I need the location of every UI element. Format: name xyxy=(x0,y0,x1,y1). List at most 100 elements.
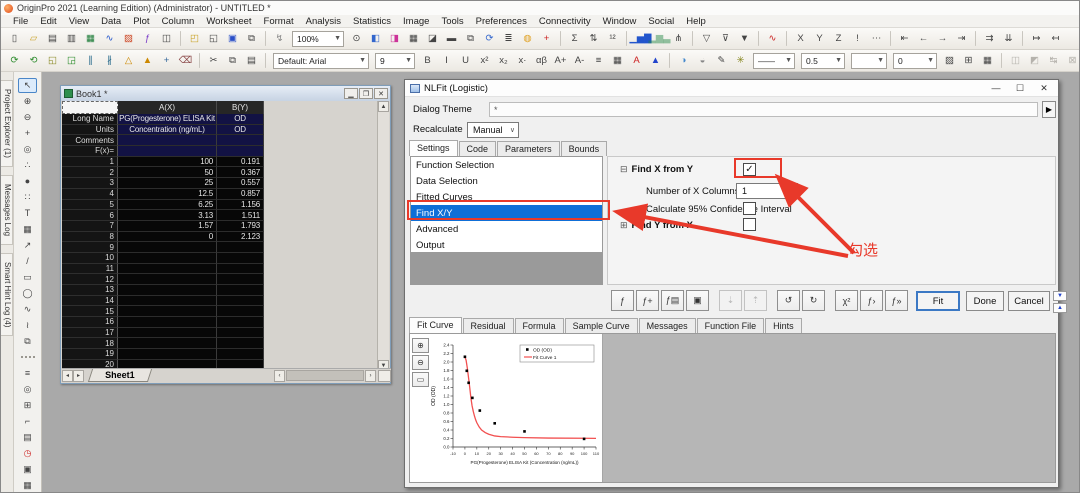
cell-a[interactable]: 100 xyxy=(118,157,217,168)
cell-a[interactable] xyxy=(118,285,217,296)
copy-icon[interactable]: ⧉ xyxy=(224,52,241,69)
book1-title-bar[interactable]: Book1 * ▁ ❐ ✕ xyxy=(61,86,390,101)
tree-view-icon[interactable]: ≣ xyxy=(500,30,517,47)
reorder-down-icon[interactable]: ⇊ xyxy=(1000,30,1017,47)
cell-a[interactable] xyxy=(118,253,217,264)
zoom-out-tool-icon[interactable]: ⊖ xyxy=(18,110,37,125)
settings-list-item[interactable]: Find X/Y xyxy=(411,205,602,221)
prev-sheet-icon[interactable]: ◂ xyxy=(62,370,73,382)
pivot-table-icon[interactable]: ◲ xyxy=(63,52,80,69)
cell-a[interactable]: 3.13 xyxy=(118,210,217,221)
wrap-text-icon[interactable]: ↹ xyxy=(1045,52,1062,69)
save-template-icon[interactable]: ⧉ xyxy=(243,30,260,47)
cell-b[interactable] xyxy=(217,338,264,349)
horizontal-scrollbar[interactable]: ‹ › xyxy=(274,370,376,382)
bold-icon[interactable]: B xyxy=(419,52,436,69)
dialog-tab[interactable]: Parameters xyxy=(497,141,560,156)
insert-graph-tool-icon[interactable]: ⧉ xyxy=(18,334,37,349)
save-project-icon[interactable]: ▣ xyxy=(224,30,241,47)
scroll-left-icon[interactable]: ‹ xyxy=(274,370,285,382)
cell-a[interactable]: 6.25 xyxy=(118,200,217,211)
row-header[interactable]: 1 xyxy=(62,157,118,168)
reorder-right-icon[interactable]: ⇉ xyxy=(981,30,998,47)
theme-flyout-button[interactable]: ▶ xyxy=(1042,101,1056,118)
cell-a[interactable] xyxy=(118,328,217,339)
rectangle-tool-icon[interactable]: ▭ xyxy=(18,270,37,285)
stack-columns-icon[interactable]: ∥ xyxy=(82,52,99,69)
done-button[interactable]: Done xyxy=(966,291,1004,311)
first-point-icon[interactable]: ⇤ xyxy=(896,30,913,47)
menu-item[interactable]: Image xyxy=(397,16,435,27)
separator[interactable] xyxy=(560,31,561,46)
row-header[interactable]: 15 xyxy=(62,306,118,317)
plot-zoom-out-icon[interactable]: ⊖ xyxy=(412,355,429,370)
redo-parameter-icon[interactable]: ↻ xyxy=(802,290,825,311)
messages-log-tab[interactable]: Messages Log xyxy=(1,175,13,245)
insert-equation-icon[interactable]: ≡ xyxy=(18,366,37,381)
paste-icon[interactable]: ▤ xyxy=(243,52,260,69)
menu-item[interactable]: Connectivity xyxy=(533,16,597,27)
cell-b[interactable]: 0.191 xyxy=(217,157,264,168)
insert-excel-object-icon[interactable]: ⊞ xyxy=(18,398,37,413)
row-header[interactable]: 12 xyxy=(62,274,118,285)
cell-a[interactable] xyxy=(118,306,217,317)
menu-item[interactable]: Statistics xyxy=(347,16,397,27)
scroll-up-icon[interactable]: ▲ xyxy=(378,101,389,112)
preview-tab[interactable]: Messages xyxy=(639,318,696,333)
circle-tool-icon[interactable]: ◯ xyxy=(18,286,37,301)
separator[interactable] xyxy=(758,31,759,46)
cell-a[interactable]: Concentration (ng/mL) xyxy=(118,125,217,136)
nlfit-title-bar[interactable]: NLFit (Logistic) — ☐ ✕ xyxy=(405,80,1058,97)
unstack-columns-icon[interactable]: ∦ xyxy=(101,52,118,69)
row-header[interactable]: Units xyxy=(62,125,118,136)
row-header[interactable]: 2 xyxy=(62,167,118,178)
row-header[interactable]: 3 xyxy=(62,178,118,189)
close-button[interactable]: ✕ xyxy=(1032,81,1056,96)
separator[interactable] xyxy=(199,53,200,68)
separator[interactable] xyxy=(975,31,976,46)
fit-button[interactable]: Fit xyxy=(916,291,960,311)
fill-color-icon[interactable]: ◑ xyxy=(675,52,692,69)
add-app-icon[interactable]: ◍ xyxy=(519,30,536,47)
insert-word-object-icon[interactable]: ◎ xyxy=(18,382,37,397)
set-values-icon[interactable]: ¹² xyxy=(604,30,621,47)
menu-item[interactable]: File xyxy=(7,16,34,27)
row-header[interactable]: 16 xyxy=(62,317,118,328)
project-explorer-icon[interactable]: ◧ xyxy=(367,30,384,47)
last-point-icon[interactable]: ⇥ xyxy=(953,30,970,47)
preview-tab[interactable]: Hints xyxy=(765,318,802,333)
greek-icon[interactable]: αβ xyxy=(533,52,550,69)
cell-a[interactable] xyxy=(118,242,217,253)
cell-b[interactable] xyxy=(217,253,264,264)
row-header[interactable]: 6 xyxy=(62,210,118,221)
dialog-tab[interactable]: Code xyxy=(459,141,497,156)
statistics-icon[interactable]: Σ xyxy=(566,30,583,47)
settings-list-item[interactable]: Data Selection xyxy=(411,173,602,189)
insert-table-icon[interactable]: ▦ xyxy=(18,478,37,493)
cell-b[interactable]: 0.367 xyxy=(217,167,264,178)
angle-combo[interactable]: 0▼ xyxy=(893,53,937,69)
refresh-icon[interactable]: ⟳ xyxy=(481,30,498,47)
cell-b[interactable] xyxy=(217,296,264,307)
highlight-color-icon[interactable]: ▲ xyxy=(647,52,664,69)
recalculate-auto-icon[interactable]: ⟲ xyxy=(25,52,42,69)
minimize-button[interactable]: — xyxy=(984,81,1008,96)
add-column-icon[interactable]: + xyxy=(538,30,555,47)
menu-item[interactable]: Plot xyxy=(127,16,155,27)
cell-a[interactable]: PG(Progesterone) ELISA Kit xyxy=(118,114,217,125)
cell-b[interactable]: 2.123 xyxy=(217,232,264,243)
data-selector-tool-icon[interactable]: ● xyxy=(18,174,37,189)
new-excel-icon[interactable]: ▦ xyxy=(82,30,99,47)
separator[interactable] xyxy=(1022,31,1023,46)
close-button[interactable]: ✕ xyxy=(374,88,388,99)
reapply-filter-icon[interactable]: ▼ xyxy=(736,30,753,47)
arrow-tool-icon[interactable]: ↗ xyxy=(18,238,37,253)
polyline-tool-icon[interactable]: ∿ xyxy=(18,302,37,317)
find-y-from-x-checkbox[interactable] xyxy=(743,218,756,231)
sub-super-icon[interactable]: x· xyxy=(514,52,531,69)
chi-square-icon[interactable]: χ² xyxy=(835,290,858,311)
zoom-in-tool-icon[interactable]: ⊕ xyxy=(18,94,37,109)
menu-item[interactable]: Tools xyxy=(435,16,469,27)
border-icon[interactable]: ▦ xyxy=(609,52,626,69)
spike-lines-icon[interactable]: ∿ xyxy=(764,30,781,47)
